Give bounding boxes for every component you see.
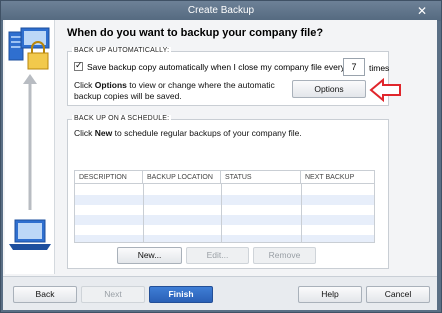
remove-button[interactable]: Remove [253, 247, 316, 264]
monitor-icon [20, 27, 50, 49]
backup-illustration [8, 27, 51, 250]
table-row[interactable] [75, 235, 374, 242]
help-button[interactable]: Help [298, 286, 362, 303]
column-divider [143, 184, 144, 242]
close-icon[interactable]: ✕ [414, 5, 430, 18]
table-row[interactable] [75, 215, 374, 225]
illustration-panel [5, 20, 55, 274]
new-button[interactable]: New... [117, 247, 182, 264]
column-divider [221, 184, 222, 242]
back-button[interactable]: Back [13, 286, 77, 303]
laptop-icon [9, 219, 51, 250]
cancel-button[interactable]: Cancel [366, 286, 430, 303]
times-label: times [369, 63, 390, 73]
auto-backup-checkbox-label: Save backup copy automatically when I cl… [87, 62, 345, 72]
finish-button[interactable]: Finish [149, 286, 213, 303]
edit-button[interactable]: Edit... [186, 247, 249, 264]
window-title: Create Backup [187, 5, 255, 16]
dialog-heading: When do you want to backup your company … [67, 27, 324, 39]
arrow-up-icon [23, 74, 37, 210]
table-row[interactable] [75, 205, 374, 215]
column-header-backup-location[interactable]: BACKUP LOCATION [143, 171, 221, 184]
auto-backup-checkbox[interactable] [74, 60, 83, 71]
options-description: Click Options to view or change where th… [74, 80, 275, 101]
table-row[interactable] [75, 185, 374, 195]
schedule-description: Click New to schedule regular backups of… [74, 128, 302, 138]
column-header-next-backup[interactable]: NEXT BACKUP [301, 171, 374, 184]
column-header-status[interactable]: STATUS [221, 171, 301, 184]
auto-backup-label: BACK UP AUTOMATICALLY: [72, 47, 172, 54]
times-input[interactable]: 7 [343, 58, 365, 76]
next-button[interactable]: Next [81, 286, 145, 303]
pointer-arrow-icon [369, 78, 401, 102]
table-row[interactable] [75, 195, 374, 205]
options-button[interactable]: Options [292, 80, 366, 98]
column-header-description[interactable]: DESCRIPTION [75, 171, 143, 184]
title-bar: Create Backup ✕ [1, 1, 441, 21]
schedule-label: BACK UP ON A SCHEDULE: [72, 115, 172, 122]
schedule-table[interactable]: DESCRIPTION BACKUP LOCATION STATUS NEXT … [74, 170, 375, 243]
column-divider [301, 184, 302, 242]
table-row[interactable] [75, 225, 374, 235]
